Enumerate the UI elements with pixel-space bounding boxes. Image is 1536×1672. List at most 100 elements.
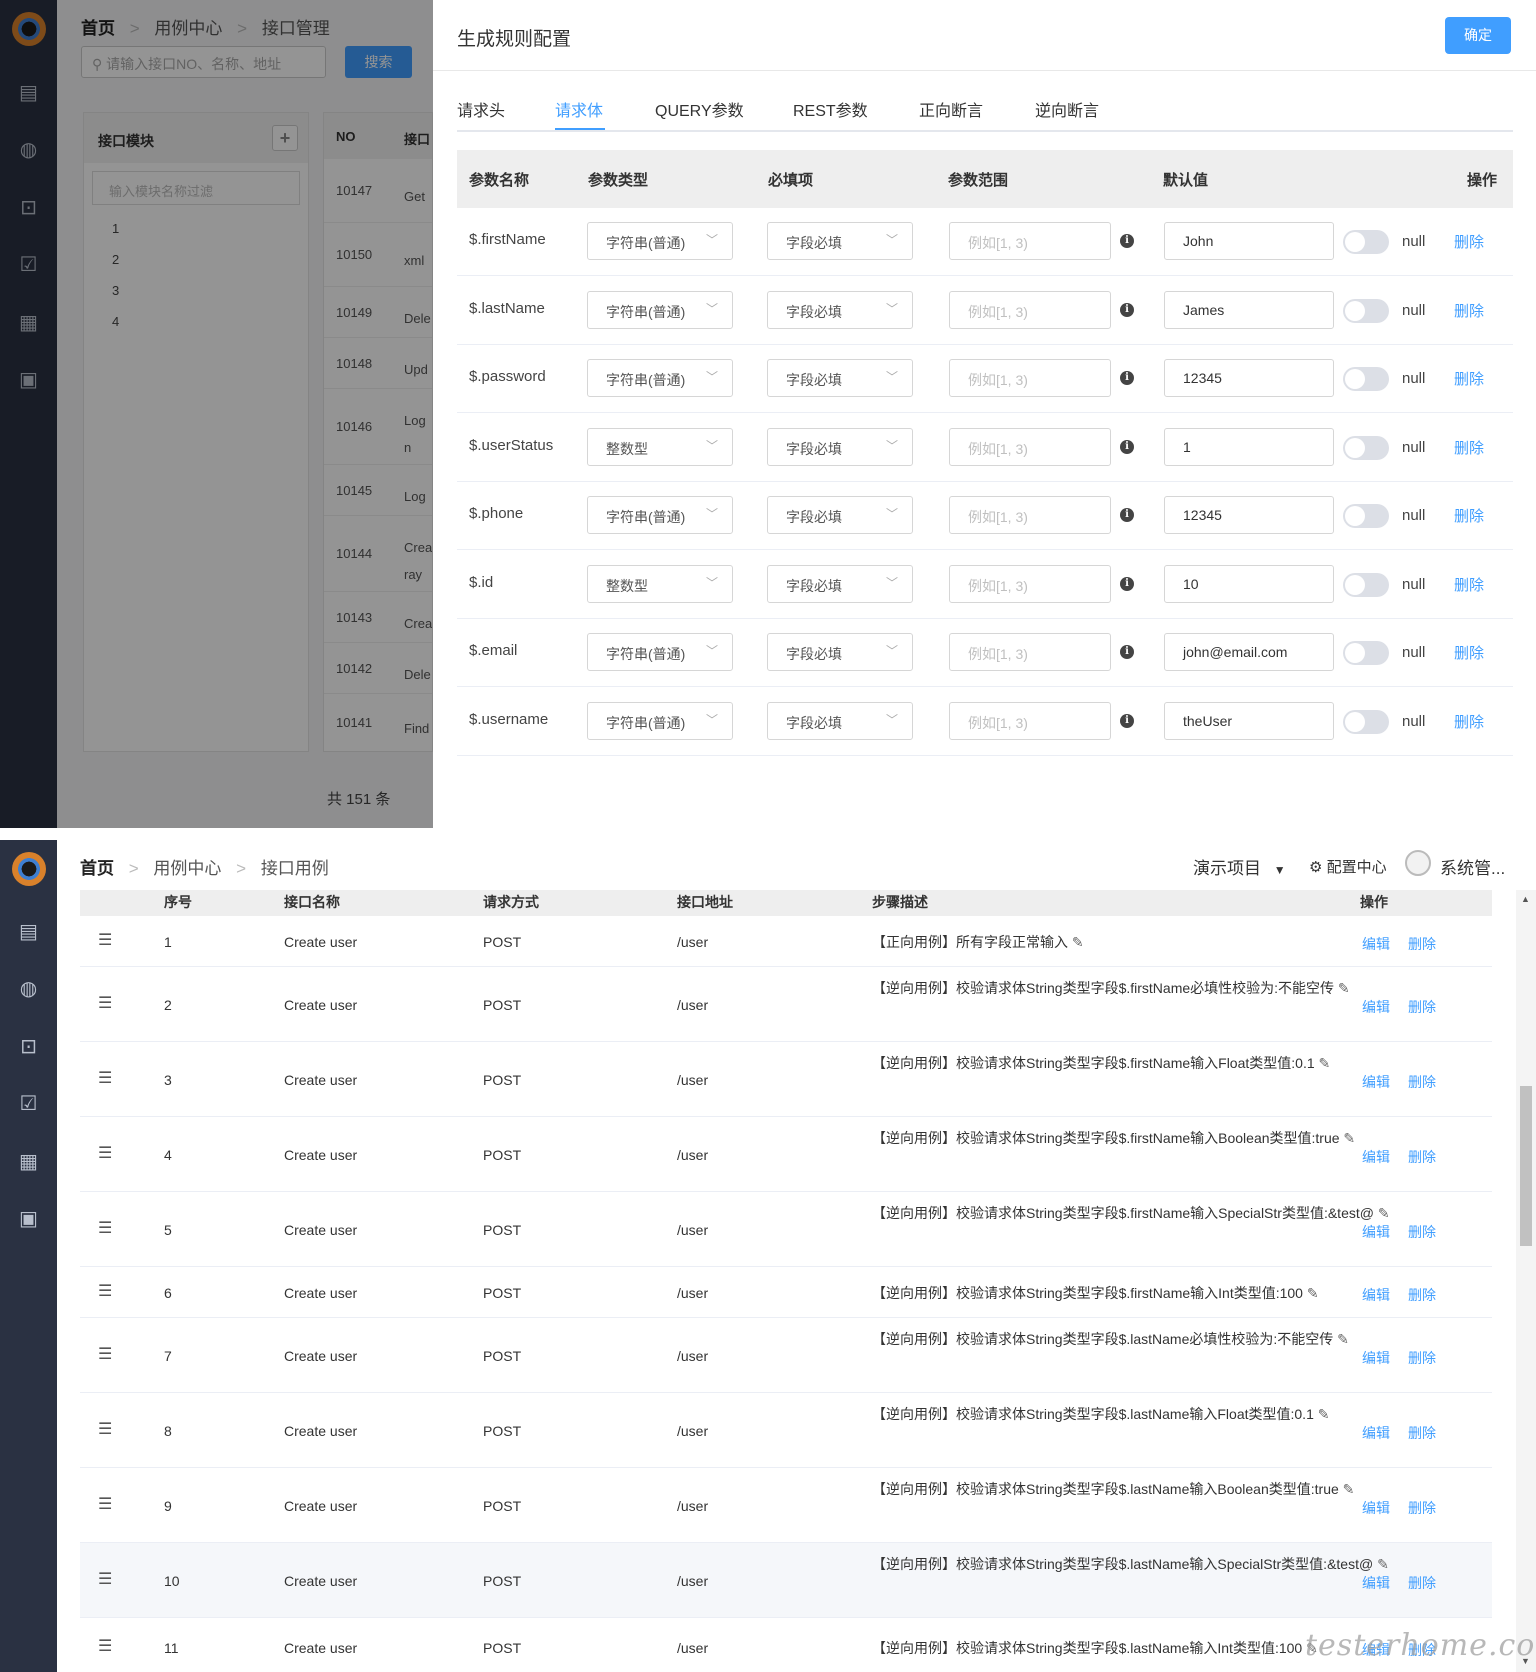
edit-link[interactable]: 编辑 [1362,997,1390,1017]
report-icon[interactable]: ▦ [0,1146,57,1176]
default-value-input[interactable]: James [1164,290,1334,329]
range-input[interactable]: 例如[1, 3) [949,633,1111,671]
delete-link[interactable]: 删除 [1454,574,1484,595]
edit-link[interactable]: 编辑 [1362,1498,1390,1518]
edit-link[interactable]: 编辑 [1362,1573,1390,1593]
delete-link[interactable]: 删除 [1454,505,1484,526]
range-input[interactable]: 例如[1, 3) [949,427,1111,466]
delete-link[interactable]: 删除 [1454,642,1484,663]
null-toggle[interactable] [1343,572,1389,597]
info-icon[interactable]: i [1120,439,1134,454]
range-input[interactable]: 例如[1, 3) [949,701,1111,740]
required-select[interactable]: 字段必填 ﹀ [767,496,913,534]
project-selector[interactable]: 演示项目 ▼ [1193,854,1286,879]
lock-box-icon[interactable]: ⊡ [0,1031,57,1061]
tab-request-body[interactable]: 请求体 [555,97,603,121]
drag-handle-icon[interactable]: ☰ [98,930,112,950]
delete-link[interactable]: 删除 [1408,1498,1436,1518]
param-type-select[interactable]: 字符串(普通) ﹀ [587,496,733,534]
tab-query-params[interactable]: QUERY参数 [655,97,744,121]
range-input[interactable]: 例如[1, 3) [949,222,1111,260]
drag-handle-icon[interactable]: ☰ [98,993,112,1013]
tab-positive-assert[interactable]: 正向断言 [919,97,983,121]
server-icon[interactable]: ▤ [0,916,57,946]
delete-link[interactable]: 删除 [1408,1423,1436,1443]
info-icon[interactable]: i [1120,371,1134,385]
delete-link[interactable]: 删除 [1454,437,1484,458]
scroll-thumb[interactable] [1520,1086,1532,1246]
edit-link[interactable]: 编辑 [1362,1072,1390,1092]
app-logo[interactable] [12,852,46,886]
edit-pencil-icon[interactable]: ✎ [1314,1406,1330,1422]
null-toggle[interactable] [1343,709,1389,734]
edit-link[interactable]: 编辑 [1362,934,1390,954]
null-toggle[interactable] [1343,435,1389,460]
default-value-input[interactable]: John [1164,222,1334,260]
delete-link[interactable]: 删除 [1408,1222,1436,1242]
delete-link[interactable]: 删除 [1454,711,1484,732]
range-input[interactable]: 例如[1, 3) [949,564,1111,603]
calendar-check-icon[interactable]: ☑ [0,1088,57,1118]
edit-link[interactable]: 编辑 [1362,1147,1390,1167]
edit-pencil-icon[interactable]: ✎ [1373,1556,1389,1572]
user-menu[interactable]: 系统管... [1440,854,1505,879]
edit-pencil-icon[interactable]: ✎ [1334,980,1350,996]
info-icon[interactable]: i [1120,576,1134,591]
null-toggle[interactable] [1343,504,1389,528]
delete-link[interactable]: 删除 [1454,300,1484,321]
delete-link[interactable]: 删除 [1408,1147,1436,1167]
null-toggle[interactable] [1343,230,1389,254]
edit-pencil-icon[interactable]: ✎ [1374,1205,1390,1221]
null-toggle[interactable] [1343,298,1389,323]
scroll-up-icon[interactable]: ▲ [1521,894,1530,904]
tab-negative-assert[interactable]: 逆向断言 [1035,97,1099,121]
param-type-select[interactable]: 字符串(普通) ﹀ [587,701,733,740]
vertical-scrollbar[interactable]: ▲ ▼ [1516,890,1536,1672]
required-select[interactable]: 字段必填 ﹀ [767,222,913,260]
drag-handle-icon[interactable]: ☰ [98,1218,112,1238]
range-input[interactable]: 例如[1, 3) [949,496,1111,534]
range-input[interactable]: 例如[1, 3) [949,290,1111,329]
edit-pencil-icon[interactable]: ✎ [1340,1130,1355,1146]
avatar[interactable] [1405,850,1431,876]
required-select[interactable]: 字段必填 ﹀ [767,701,913,740]
tab-rest-params[interactable]: REST参数 [793,97,868,121]
breadcrumb-item[interactable]: 用例中心 [153,859,221,878]
info-icon[interactable]: i [1120,508,1134,522]
required-select[interactable]: 字段必填 ﹀ [767,633,913,671]
edit-link[interactable]: 编辑 [1362,1348,1390,1368]
param-type-select[interactable]: 整数型 ﹀ [587,427,733,466]
delete-link[interactable]: 删除 [1454,231,1484,252]
required-select[interactable]: 字段必填 ﹀ [767,290,913,329]
breadcrumb-home[interactable]: 首页 [80,859,114,878]
null-toggle[interactable] [1343,641,1389,665]
drag-handle-icon[interactable]: ☰ [98,1344,112,1364]
drag-handle-icon[interactable]: ☰ [98,1494,112,1514]
edit-link[interactable]: 编辑 [1362,1285,1390,1305]
param-type-select[interactable]: 整数型 ﹀ [587,564,733,603]
drag-handle-icon[interactable]: ☰ [98,1068,112,1088]
delete-link[interactable]: 删除 [1454,368,1484,389]
info-icon[interactable]: i [1120,645,1134,659]
modal-overlay[interactable] [0,0,433,828]
required-select[interactable]: 字段必填 ﹀ [767,564,913,603]
edit-pencil-icon[interactable]: ✎ [1339,1481,1355,1497]
edit-link[interactable]: 编辑 [1362,1423,1390,1443]
edit-pencil-icon[interactable]: ✎ [1068,934,1084,950]
edit-pencil-icon[interactable]: ✎ [1315,1055,1331,1071]
param-type-select[interactable]: 字符串(普通) ﹀ [587,633,733,671]
drag-handle-icon[interactable]: ☰ [98,1143,112,1163]
tab-request-header[interactable]: 请求头 [457,97,505,121]
delete-link[interactable]: 删除 [1408,1573,1436,1593]
confirm-button[interactable]: 确定 [1445,17,1511,54]
edit-pencil-icon[interactable]: ✎ [1333,1331,1349,1347]
delete-link[interactable]: 删除 [1408,1285,1436,1305]
default-value-input[interactable]: 12345 [1164,496,1334,534]
info-icon[interactable]: i [1120,713,1134,728]
config-center-link[interactable]: ⚙ 配置中心 [1309,856,1387,877]
range-input[interactable]: 例如[1, 3) [949,359,1111,397]
default-value-input[interactable]: 10 [1164,564,1334,603]
grid-icon[interactable]: ▣ [0,1203,57,1233]
drag-handle-icon[interactable]: ☰ [98,1636,112,1656]
default-value-input[interactable]: theUser [1164,701,1334,740]
